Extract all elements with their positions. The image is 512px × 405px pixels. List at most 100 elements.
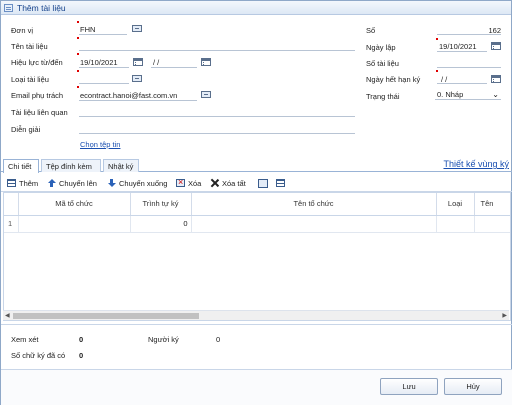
chevron-down-icon: ⌄ bbox=[492, 90, 499, 99]
save-button-label: Lưu bbox=[402, 382, 416, 391]
required-marker bbox=[77, 86, 79, 88]
valid-from-input[interactable]: 19/10/2021 bbox=[80, 58, 118, 67]
email-input[interactable]: econtract.hanoi@fast.com.vn bbox=[80, 91, 177, 100]
delete-row-icon bbox=[176, 177, 185, 187]
scroll-left-icon[interactable]: ◀ bbox=[5, 312, 10, 319]
description-label: Diễn giải bbox=[11, 125, 41, 134]
column-header-org-code[interactable]: Mã tổ chức bbox=[18, 193, 131, 216]
detail-tabs: Chi tiết Tệp đính kèm Nhật ký Thiết kế v… bbox=[1, 157, 512, 173]
email-label: Email phụ trách bbox=[11, 91, 64, 100]
move-up-button[interactable]: Chuyển lên bbox=[47, 177, 97, 189]
required-marker bbox=[77, 53, 79, 55]
arrow-down-icon bbox=[107, 179, 116, 187]
valid-to-input[interactable]: / / bbox=[153, 58, 159, 67]
sign-expiry-underline bbox=[437, 83, 487, 84]
choose-file-link[interactable]: Chọn tệp tin bbox=[80, 140, 120, 149]
dialog-button-bar: Lưu Hủy bbox=[1, 369, 512, 405]
calendar-icon[interactable] bbox=[491, 42, 501, 50]
reviewer-count: 0 bbox=[79, 335, 84, 344]
cancel-button[interactable]: Hủy bbox=[444, 378, 502, 395]
delete-button[interactable]: Xóa bbox=[176, 177, 201, 189]
export-icon bbox=[258, 178, 268, 188]
document-name-input[interactable] bbox=[79, 50, 355, 51]
related-docs-input[interactable] bbox=[79, 116, 355, 117]
doc-number-label: Số tài liệu bbox=[366, 59, 399, 68]
required-marker bbox=[77, 37, 79, 39]
column-header-type[interactable]: Loại bbox=[436, 193, 475, 216]
created-date-input[interactable]: 19/10/2021 bbox=[439, 42, 477, 51]
tab-attachments[interactable]: Tệp đính kèm bbox=[41, 159, 101, 172]
delete-all-label: Xóa tất bbox=[222, 178, 246, 188]
add-button-label: Thêm bbox=[19, 178, 39, 188]
tab-label: Nhật ký bbox=[108, 162, 134, 171]
status-label: Trạng thái bbox=[366, 92, 400, 101]
unit-label: Đơn vị bbox=[11, 26, 34, 35]
tab-label: Tệp đính kèm bbox=[46, 162, 92, 171]
grid-toolbar: Thêm Chuyển lên Chuyển xuống Xóa Xóa tất bbox=[1, 173, 512, 192]
org-name-cell[interactable] bbox=[191, 215, 437, 233]
status-select[interactable]: 0. Nháp ⌄ bbox=[435, 89, 501, 100]
unit-input[interactable]: FHN bbox=[80, 25, 95, 34]
scrollbar-thumb[interactable] bbox=[13, 313, 199, 319]
delete-label: Xóa bbox=[188, 178, 202, 188]
add-button[interactable]: Thêm bbox=[7, 177, 38, 189]
signers-grid: Mã tổ chức Trình tự ký Tên tổ chức Loại … bbox=[3, 192, 511, 321]
unit-lookup-icon[interactable] bbox=[132, 25, 142, 32]
column-header-rownum bbox=[4, 193, 19, 216]
status-value: 0. Nháp bbox=[437, 90, 464, 99]
document-form: Đơn vị FHN Tên tài liệu Hiệu lực từ/đến … bbox=[1, 15, 512, 157]
column-header-sign-order[interactable]: Trình tự ký bbox=[130, 193, 192, 216]
move-down-button[interactable]: Chuyển xuống bbox=[107, 177, 167, 189]
document-name-label: Tên tài liệu bbox=[11, 42, 48, 51]
doc-number-input[interactable] bbox=[437, 67, 501, 68]
document-type-label: Loại tài liệu bbox=[11, 75, 49, 84]
description-input[interactable] bbox=[79, 133, 355, 134]
tab-log[interactable]: Nhật ký bbox=[103, 159, 139, 172]
number-label: Số bbox=[366, 26, 376, 35]
dialog-titlebar: Thêm tài liệu bbox=[1, 1, 511, 15]
row-number: 1 bbox=[4, 215, 19, 233]
columns-button[interactable] bbox=[276, 177, 288, 189]
sign-order-cell[interactable]: 0 bbox=[130, 215, 192, 233]
sign-expiry-label: Ngày hết hạn ký bbox=[366, 75, 421, 84]
calendar-icon[interactable] bbox=[491, 75, 501, 83]
number-underline bbox=[437, 34, 501, 35]
calendar-icon[interactable] bbox=[133, 58, 143, 66]
valid-from-underline bbox=[79, 67, 129, 68]
dialog-title: Thêm tài liệu bbox=[17, 2, 66, 13]
columns-icon bbox=[276, 179, 285, 187]
email-input-underline bbox=[79, 100, 197, 101]
validity-label: Hiệu lực từ/đến bbox=[11, 58, 63, 67]
dialog-window: Thêm tài liệu Đơn vị FHN Tên tài liệu Hi… bbox=[0, 0, 512, 405]
signer-count: 0 bbox=[216, 335, 221, 344]
move-down-label: Chuyển xuống bbox=[119, 178, 168, 188]
table-row[interactable]: 1 0 bbox=[4, 215, 510, 233]
type-cell[interactable] bbox=[436, 215, 475, 233]
horizontal-scrollbar[interactable]: ◀ ▶ bbox=[3, 310, 509, 320]
move-up-label: Chuyển lên bbox=[59, 178, 97, 188]
org-code-cell[interactable] bbox=[18, 215, 131, 233]
column-header-org-name[interactable]: Tên tổ chức bbox=[191, 193, 437, 216]
document-type-lookup-icon[interactable] bbox=[132, 75, 142, 82]
signature-summary: Xem xét 0 Người ký 0 Số chữ ký đã có 0 bbox=[1, 324, 512, 369]
calendar-icon[interactable] bbox=[201, 58, 211, 66]
close-icon bbox=[210, 179, 219, 187]
add-row-icon bbox=[7, 179, 16, 187]
column-header-name[interactable]: Tên bbox=[474, 193, 510, 216]
table-header-row: Mã tổ chức Trình tự ký Tên tổ chức Loại … bbox=[4, 193, 510, 216]
created-date-label: Ngày lập bbox=[366, 43, 396, 52]
signatures-done-label: Số chữ ký đã có bbox=[11, 351, 66, 360]
export-button[interactable] bbox=[258, 177, 271, 189]
email-lookup-icon[interactable] bbox=[201, 91, 211, 98]
tab-details[interactable]: Chi tiết bbox=[3, 159, 39, 173]
delete-all-button[interactable]: Xóa tất bbox=[210, 177, 246, 189]
signature-area-design-link[interactable]: Thiết kế vùng ký bbox=[443, 159, 509, 169]
name-cell[interactable] bbox=[474, 215, 510, 233]
document-icon bbox=[4, 3, 13, 12]
signatures-done-count: 0 bbox=[79, 351, 84, 360]
scroll-right-icon[interactable]: ▶ bbox=[502, 312, 507, 319]
document-type-input[interactable] bbox=[79, 83, 129, 84]
valid-to-underline bbox=[151, 67, 197, 68]
required-marker bbox=[77, 70, 79, 72]
save-button[interactable]: Lưu bbox=[380, 378, 438, 395]
